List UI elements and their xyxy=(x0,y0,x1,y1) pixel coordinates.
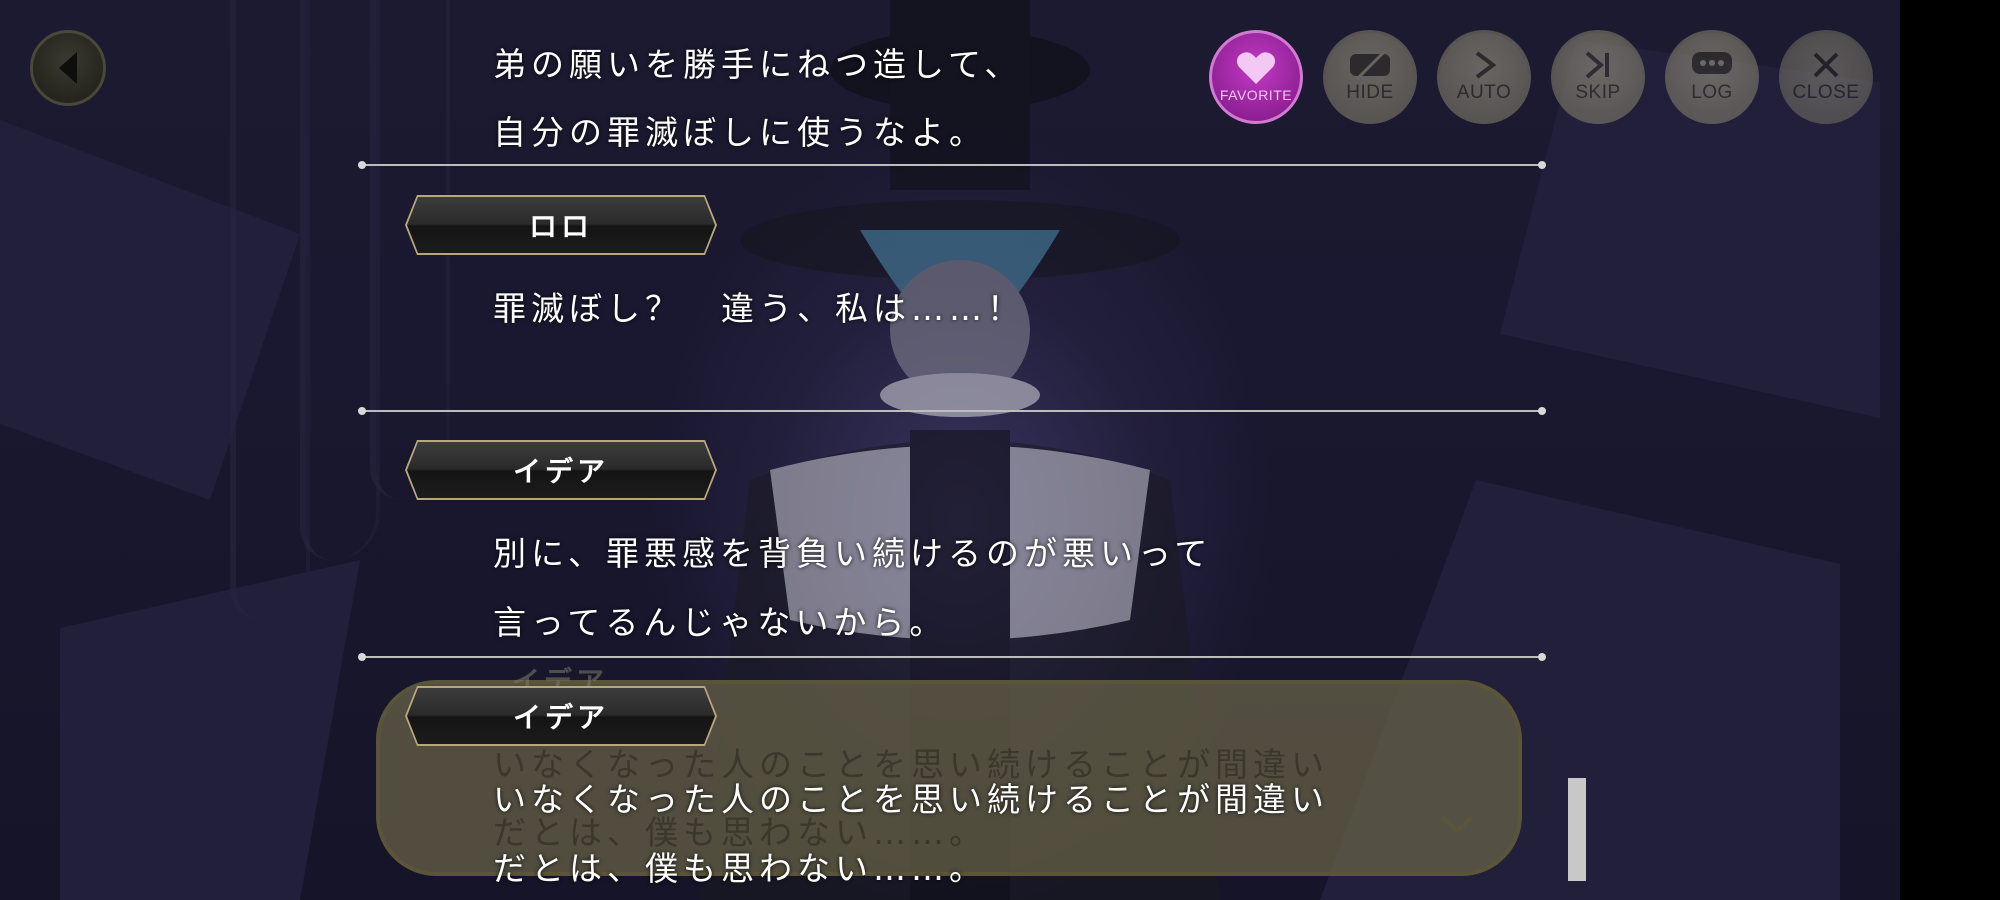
log-line: いなくなった人のことを思い続けることが間違い xyxy=(493,780,1329,819)
log-line: 言ってるんじゃないから。 xyxy=(493,603,948,642)
log-line: 罪滅ぼし？ 違う、私は……！ xyxy=(493,289,1025,328)
hide-label: HIDE xyxy=(1346,82,1394,103)
log-line: だとは、僕も思わない……。 xyxy=(493,849,987,888)
close-x-icon xyxy=(1813,52,1839,78)
chevron-left-icon xyxy=(59,52,77,84)
heart-icon xyxy=(1236,52,1276,84)
speaker-name-plate: イデア xyxy=(405,686,717,746)
speaker-name-plate: イデア xyxy=(405,440,717,500)
log-separator xyxy=(358,161,1546,169)
close-label: CLOSE xyxy=(1792,82,1860,103)
back-button[interactable] xyxy=(30,30,106,106)
log-scrollbar[interactable] xyxy=(1568,778,1586,881)
speaker-name-plate: ロロ xyxy=(405,195,717,255)
log-button[interactable]: LOG xyxy=(1665,30,1759,124)
auto-label: AUTO xyxy=(1456,82,1512,103)
log-separator xyxy=(358,653,1546,661)
favorite-button[interactable]: FAVORITE xyxy=(1209,30,1303,124)
auto-button[interactable]: AUTO xyxy=(1437,30,1531,124)
play-arrow-icon xyxy=(1475,51,1497,79)
speaker-name: イデア xyxy=(407,688,715,744)
speech-bubble-icon xyxy=(1692,52,1732,74)
speaker-name: ロロ xyxy=(407,197,715,253)
screen-edge-bar xyxy=(1900,0,2000,900)
log-line: 自分の罪滅ぼしに使うなよ。 xyxy=(493,113,987,152)
log-separator xyxy=(358,407,1546,415)
log-line: 弟の願いを勝手にねつ造して、 xyxy=(493,45,1023,84)
skip-button[interactable]: SKIP xyxy=(1551,30,1645,124)
log-label: LOG xyxy=(1691,82,1733,103)
speaker-name: イデア xyxy=(407,442,715,498)
hide-button[interactable]: HIDE xyxy=(1323,30,1417,124)
chevron-down-icon xyxy=(1440,815,1474,834)
favorite-label: FAVORITE xyxy=(1219,87,1293,103)
skip-forward-icon xyxy=(1585,51,1609,79)
close-button[interactable]: CLOSE xyxy=(1779,30,1873,124)
log-line: 別に、罪悪感を背負い続けるのが悪いって xyxy=(493,534,1213,573)
hide-eye-icon xyxy=(1350,50,1390,80)
skip-label: SKIP xyxy=(1575,82,1621,103)
